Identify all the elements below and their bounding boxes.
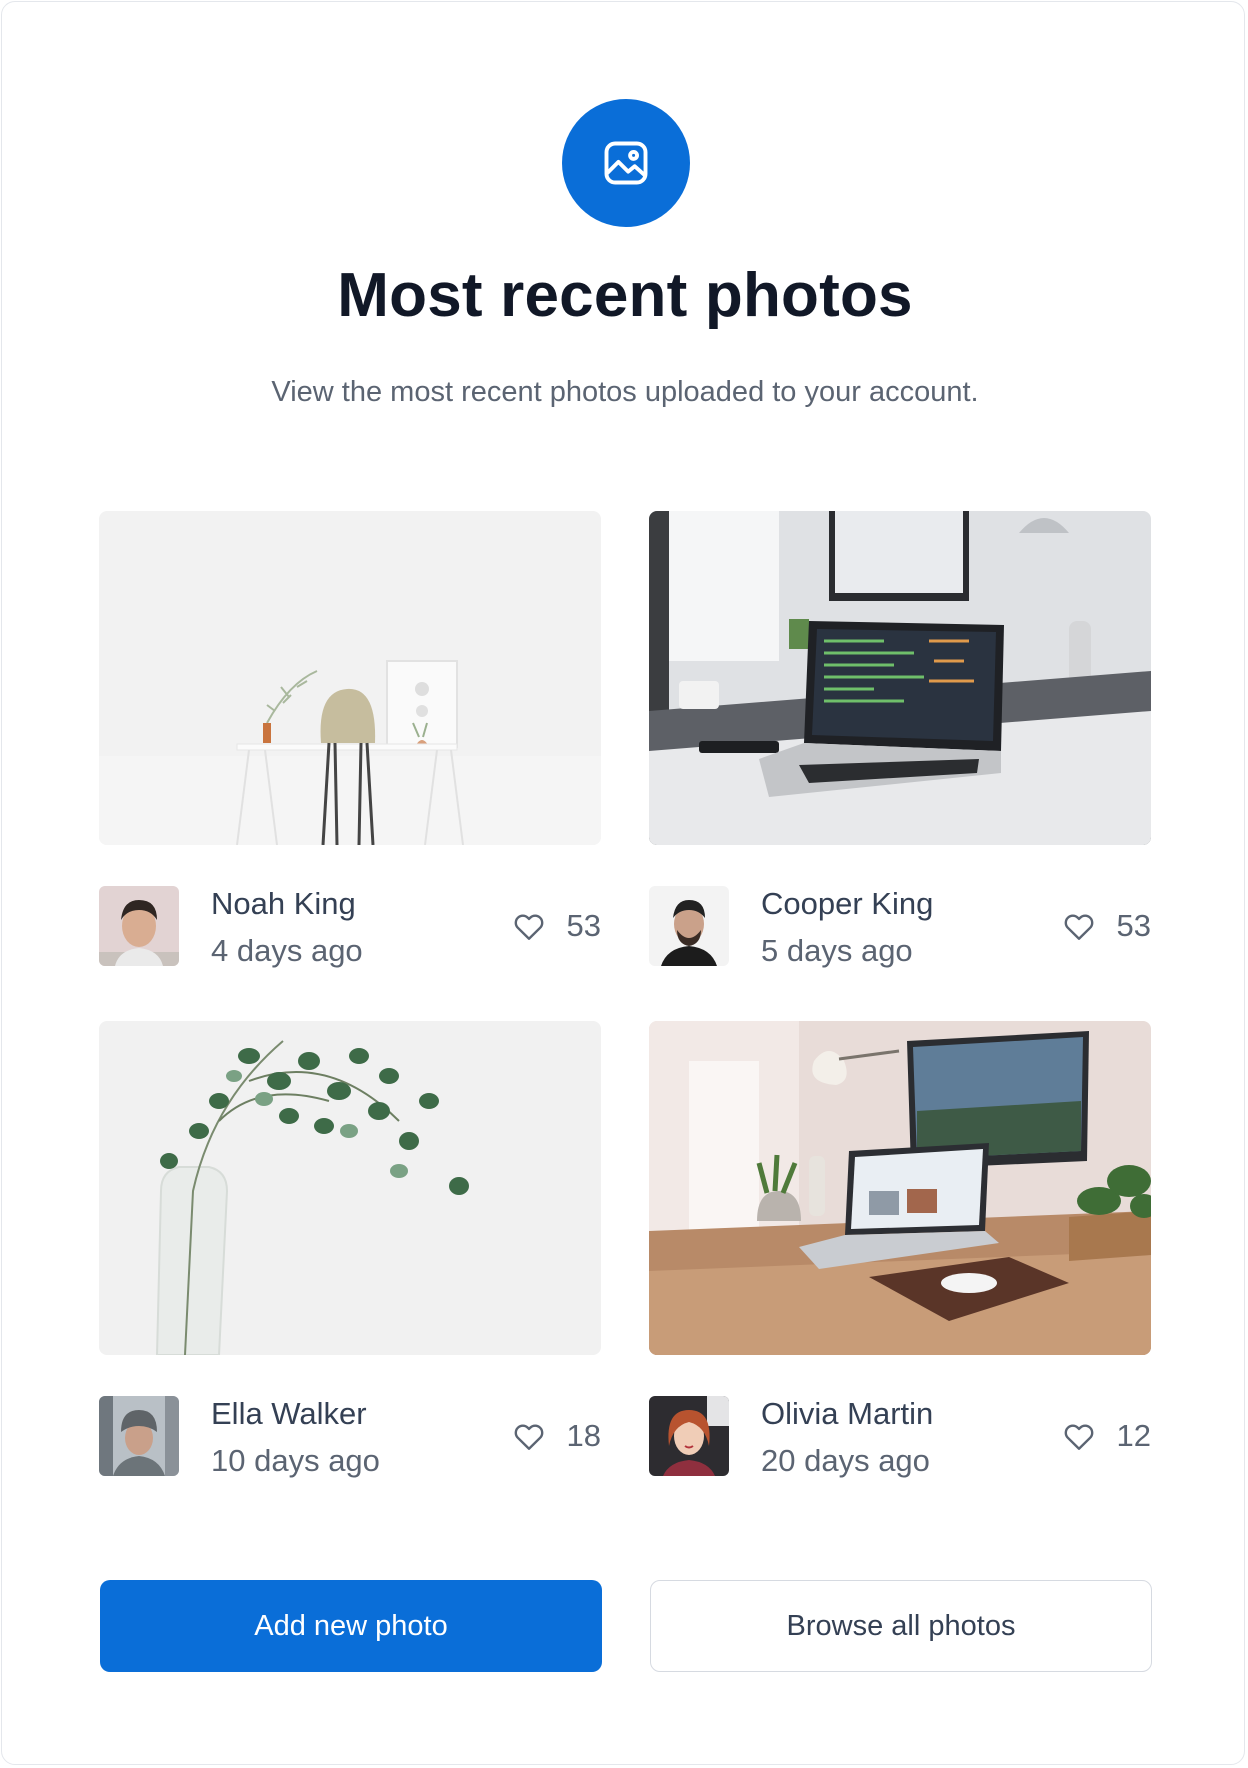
photo-thumbnail[interactable]: [99, 1021, 601, 1355]
photos-card: Most recent photos View the most recent …: [1, 1, 1245, 1765]
author-name[interactable]: Cooper King: [761, 885, 933, 923]
page-title: Most recent photos: [337, 261, 913, 330]
like-count: 53: [1116, 908, 1151, 943]
photo-meta: Cooper King 5 days ago 53: [649, 885, 1151, 968]
avatar[interactable]: [99, 886, 179, 966]
avatar[interactable]: [649, 886, 729, 966]
like-button[interactable]: 53: [1061, 905, 1151, 947]
upload-time: 20 days ago: [761, 1443, 930, 1478]
author-name[interactable]: Noah King: [211, 885, 356, 923]
photo-meta: Olivia Martin 20 days ago 12: [649, 1395, 1151, 1478]
heart-icon: [1064, 914, 1093, 940]
photo-thumbnail[interactable]: [99, 511, 601, 845]
photo-thumbnail[interactable]: [649, 1021, 1151, 1355]
browse-all-photos-button[interactable]: Browse all photos: [650, 1580, 1152, 1672]
upload-time: 4 days ago: [211, 933, 363, 968]
upload-time: 10 days ago: [211, 1443, 380, 1478]
like-button[interactable]: 18: [511, 1415, 601, 1457]
avatar[interactable]: [649, 1396, 729, 1476]
like-count: 12: [1116, 1418, 1151, 1453]
heart-icon: [514, 1424, 543, 1450]
like-count: 18: [566, 1418, 601, 1453]
avatar[interactable]: [99, 1396, 179, 1476]
author-name[interactable]: Olivia Martin: [761, 1395, 933, 1433]
upload-time: 5 days ago: [761, 933, 913, 968]
heart-icon: [514, 914, 543, 940]
photo-thumbnail[interactable]: [649, 511, 1151, 845]
heart-icon: [1064, 1424, 1093, 1450]
photo-meta: Ella Walker 10 days ago 18: [99, 1395, 601, 1478]
like-button[interactable]: 12: [1061, 1415, 1151, 1457]
add-new-photo-button[interactable]: Add new photo: [100, 1580, 602, 1672]
like-button[interactable]: 53: [511, 905, 601, 947]
image-icon: [562, 99, 690, 227]
like-count: 53: [566, 908, 601, 943]
page-subtitle: View the most recent photos uploaded to …: [271, 376, 979, 408]
author-name[interactable]: Ella Walker: [211, 1395, 367, 1433]
photo-meta: Noah King 4 days ago 53: [99, 885, 601, 968]
